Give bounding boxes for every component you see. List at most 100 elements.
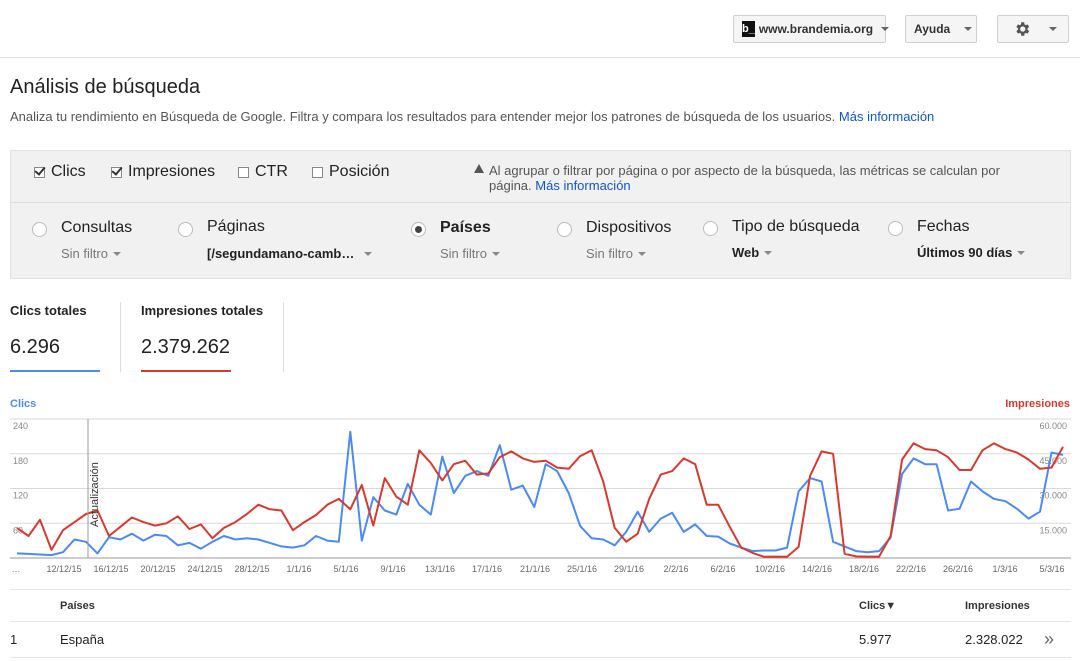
x-tick-label: 20/12/15 (140, 564, 175, 574)
col-header-impressions[interactable]: Impresiones (965, 600, 1030, 612)
dimension-dates-label[interactable]: Fechas (917, 218, 969, 236)
chevron-double-right-icon[interactable]: » (1044, 630, 1054, 648)
chevron-down-icon (112, 251, 121, 256)
left-tick-label: 240 (13, 421, 28, 431)
x-tick-label: 5/1/16 (333, 564, 358, 574)
page-title: Análisis de búsqueda (10, 76, 201, 98)
more-info-link[interactable]: Más información (839, 109, 934, 124)
dimension-countries-label[interactable]: Países (440, 219, 491, 237)
checkbox-unchecked (312, 166, 323, 178)
x-tick-label: 16/12/15 (93, 564, 128, 574)
right-axis-label: Impresiones (1005, 398, 1070, 410)
dimension-pages-filter[interactable]: [/segundamano-camb… (207, 246, 373, 261)
table-top-divider (10, 589, 1071, 590)
header-divider (0, 57, 1080, 58)
x-tick-label: 24/12/15 (187, 564, 222, 574)
checkbox-checked (111, 166, 122, 178)
x-tick-label: 28/12/15 (234, 564, 269, 574)
checkbox-checked (34, 166, 45, 178)
site-logo: b_ (742, 21, 755, 37)
dimension-pages-label[interactable]: Páginas (207, 218, 265, 236)
metric-ctr-checkbox[interactable]: CTR (238, 163, 288, 181)
chevron-down-icon (764, 250, 773, 255)
dimension-countries-filter[interactable]: Sin filtro (440, 246, 500, 261)
metric-position-checkbox[interactable]: Posición (312, 163, 389, 181)
dimension-countries-radio[interactable] (411, 222, 426, 237)
x-tick-label: 6/2/16 (710, 564, 735, 574)
row-rank: 1 (10, 632, 18, 647)
x-tick-label: 29/1/16 (614, 564, 644, 574)
x-tick-label: 25/1/16 (567, 564, 597, 574)
row-impressions: 2.328.022 (965, 632, 1023, 647)
series-line-impressions (16, 442, 1064, 558)
totals-divider-right (283, 302, 284, 372)
x-tick-label: 21/1/16 (520, 564, 550, 574)
chevron-down-icon (491, 251, 500, 256)
col-header-clicks[interactable]: Clics▼ (859, 600, 896, 612)
chevron-down-icon (881, 27, 890, 31)
total-impressions-value: 2.379.262 (141, 336, 230, 358)
col-header-country[interactable]: Países (60, 600, 95, 612)
x-tick-label: 2/2/16 (663, 564, 688, 574)
dimension-queries-radio[interactable] (32, 222, 47, 237)
gear-icon (1016, 22, 1030, 36)
x-tick-label: 22/2/16 (896, 564, 926, 574)
site-label: www.brandemia.org (758, 22, 874, 36)
x-tick-label: 12/12/15 (46, 564, 81, 574)
chevron-down-icon (1049, 27, 1057, 31)
warning-icon (474, 164, 484, 173)
x-tick-label: 13/1/16 (425, 564, 455, 574)
x-tick-label: 10/2/16 (755, 564, 785, 574)
row-clicks: 5.977 (859, 632, 892, 647)
help-label: Ayuda (914, 22, 951, 36)
total-clicks-label: Clics totales (10, 303, 87, 318)
chevron-down-icon (637, 251, 646, 256)
dimension-queries-label[interactable]: Consultas (61, 219, 132, 237)
dimension-devices-radio[interactable] (557, 222, 572, 237)
x-tick-label: 26/2/16 (943, 564, 973, 574)
left-axis-label: Clics (10, 398, 37, 410)
table-bottom-divider (10, 657, 1071, 658)
total-clicks-value: 6.296 (10, 336, 61, 358)
dimension-pages-radio[interactable] (178, 222, 193, 237)
dimension-devices-label[interactable]: Dispositivos (586, 219, 671, 237)
x-tick-label: 18/2/16 (849, 564, 879, 574)
totals-divider (120, 302, 121, 372)
x-tick-label: 9/1/16 (380, 564, 405, 574)
dimension-queries-filter[interactable]: Sin filtro (61, 246, 121, 261)
dimension-dates-radio[interactable] (888, 221, 903, 236)
dimension-search-type-filter[interactable]: Web (732, 245, 773, 260)
warning-more-info-link[interactable]: Más información (535, 178, 630, 193)
x-tick-label: 5/3/16 (1039, 564, 1064, 574)
chevron-down-icon (964, 27, 973, 31)
right-tick-label: 60.000 (1039, 421, 1067, 431)
left-tick-label: 120 (13, 491, 28, 501)
total-impressions-indicator (141, 370, 231, 372)
dimension-devices-filter[interactable]: Sin filtro (586, 246, 646, 261)
x-tick-label: 1/1/16 (286, 564, 311, 574)
table-header-divider (10, 621, 1071, 622)
total-clicks-indicator (10, 370, 100, 372)
metric-clicks-checkbox[interactable]: Clics (34, 163, 86, 181)
metric-impressions-checkbox[interactable]: Impresiones (111, 163, 215, 181)
filter-panel: Clics Impresiones CTR Posición Al agrupa… (10, 150, 1071, 279)
x-tick-label: 1/3/16 (992, 564, 1017, 574)
page-description: Analiza tu rendimiento en Búsqueda de Go… (10, 109, 935, 124)
annotation-label: Actualización (89, 462, 101, 527)
dimension-search-type-label[interactable]: Tipo de búsqueda (732, 218, 860, 236)
settings-button[interactable] (997, 15, 1069, 43)
row-country: España (60, 632, 105, 647)
series-line-clicks (16, 430, 1064, 557)
chevron-down-icon (1017, 250, 1026, 255)
x-tick-label: 17/1/16 (472, 564, 502, 574)
chevron-down-icon (364, 251, 373, 256)
x-tick-label: 14/2/16 (802, 564, 832, 574)
site-selector[interactable]: b_ www.brandemia.org (733, 15, 890, 43)
right-tick-label: 15.000 (1039, 525, 1067, 535)
dimension-search-type-radio[interactable] (703, 221, 718, 236)
help-button[interactable]: Ayuda (905, 15, 977, 43)
dimension-dates-filter[interactable]: Últimos 90 días (917, 245, 1026, 260)
left-tick-label: 180 (13, 456, 28, 466)
total-impressions-label: Impresiones totales (141, 303, 264, 318)
checkbox-unchecked (238, 166, 249, 178)
